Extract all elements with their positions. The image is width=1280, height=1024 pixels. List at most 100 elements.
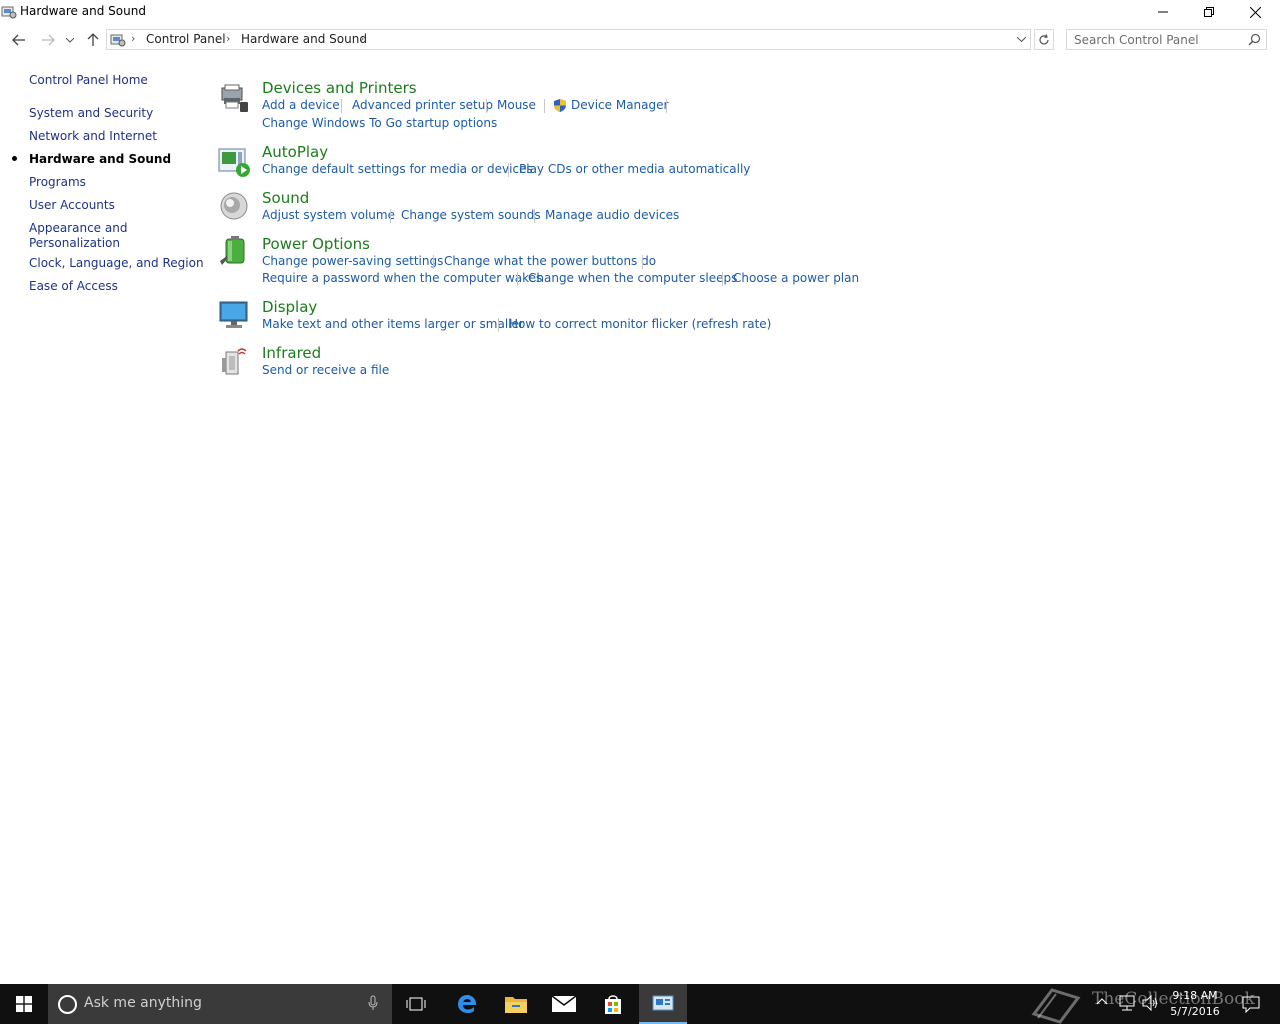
category-autoplay[interactable]: AutoPlay — [262, 143, 328, 161]
link-advanced-printer-setup[interactable]: Advanced printer setup — [352, 98, 493, 112]
close-button[interactable] — [1232, 0, 1278, 24]
address-bar-row: › Control Panel › Hardware and Sound › — [0, 26, 1280, 54]
chevron-down-icon — [66, 37, 74, 43]
nav-system-and-security[interactable]: System and Security — [29, 106, 153, 121]
microphone-icon[interactable] — [368, 995, 378, 1011]
nav-appearance-line2: Personalization — [29, 236, 120, 250]
minimize-button[interactable] — [1140, 0, 1186, 24]
file-explorer-button[interactable] — [492, 984, 540, 1024]
refresh-button[interactable] — [1034, 29, 1054, 50]
link-mouse[interactable]: Mouse — [497, 98, 536, 112]
link-manage-audio-devices[interactable]: Manage audio devices — [545, 208, 679, 222]
link-change-default-media-settings[interactable]: Change default settings for media or dev… — [262, 162, 533, 176]
link-send-receive-file[interactable]: Send or receive a file — [262, 363, 389, 377]
breadcrumb-separator[interactable]: › — [131, 32, 135, 45]
control-panel-home-link[interactable]: Control Panel Home — [29, 73, 148, 88]
nav-user-accounts[interactable]: User Accounts — [29, 198, 115, 213]
uac-shield-icon — [554, 99, 566, 112]
link-device-manager[interactable]: Device Manager — [571, 98, 668, 112]
clock-date[interactable]: 5/7/2016 — [1160, 1005, 1230, 1018]
link-separator — [341, 99, 342, 113]
search-input[interactable] — [1067, 30, 1249, 49]
nav-clock-language-region[interactable]: Clock, Language, and Region — [29, 256, 204, 271]
link-separator — [722, 272, 723, 286]
link-separator — [498, 318, 499, 332]
breadcrumb-separator[interactable]: › — [360, 32, 364, 45]
refresh-icon — [1039, 33, 1049, 44]
chevron-up-icon[interactable] — [1096, 996, 1108, 1008]
nav-appearance-and-personalization[interactable]: Appearance and Personalization — [29, 221, 127, 251]
search-box[interactable] — [1066, 29, 1267, 50]
breadcrumb-hardware-and-sound[interactable]: Hardware and Sound — [241, 32, 367, 46]
mail-button[interactable] — [540, 984, 588, 1024]
nav-network-and-internet[interactable]: Network and Internet — [29, 129, 157, 144]
action-center-icon[interactable] — [1242, 995, 1260, 1013]
up-button[interactable] — [83, 30, 103, 50]
mail-icon — [551, 995, 577, 1012]
category-display[interactable]: Display — [262, 298, 317, 316]
nav-ease-of-access[interactable]: Ease of Access — [29, 279, 118, 294]
chevron-down-icon — [1016, 37, 1026, 42]
nav-hardware-and-sound: Hardware and Sound — [29, 152, 172, 166]
link-change-windows-to-go[interactable]: Change Windows To Go startup options — [262, 116, 497, 130]
volume-icon[interactable] — [1142, 995, 1160, 1011]
control-panel-icon — [110, 34, 126, 47]
start-button[interactable] — [0, 984, 48, 1024]
search-icon[interactable] — [1248, 33, 1261, 46]
edge-browser-button[interactable] — [443, 984, 491, 1024]
clock-time[interactable]: 9:18 AM — [1160, 989, 1230, 1002]
category-infrared[interactable]: Infrared — [262, 344, 321, 362]
link-computer-sleeps[interactable]: Change when the computer sleeps — [528, 271, 737, 285]
close-icon — [1249, 6, 1261, 18]
window-title: Hardware and Sound — [20, 4, 146, 18]
link-separator — [486, 99, 487, 113]
store-button[interactable] — [589, 984, 637, 1024]
breadcrumb-control-panel[interactable]: Control Panel — [146, 32, 226, 46]
folder-icon — [505, 997, 527, 1013]
cortana-search-box[interactable]: Ask me anything — [48, 984, 392, 1024]
link-monitor-flicker[interactable]: How to correct monitor flicker (refresh … — [509, 317, 771, 331]
link-adjust-system-volume[interactable]: Adjust system volume — [262, 208, 395, 222]
back-button[interactable] — [9, 30, 29, 50]
battery-icon — [220, 236, 245, 265]
link-choose-power-plan[interactable]: Choose a power plan — [733, 271, 859, 285]
minimize-icon — [1158, 11, 1168, 13]
cortana-search-text: Ask me anything — [84, 995, 202, 1011]
task-view-button[interactable] — [392, 984, 440, 1024]
breadcrumb-separator[interactable]: › — [226, 32, 230, 45]
nav-appearance-line1: Appearance and — [29, 221, 128, 235]
store-icon — [605, 995, 621, 1014]
link-separator — [534, 209, 535, 223]
link-add-a-device[interactable]: Add a device — [262, 98, 340, 112]
nav-programs[interactable]: Programs — [29, 175, 86, 190]
restore-icon — [1204, 7, 1214, 17]
control-panel-icon — [1, 6, 17, 19]
edge-icon — [458, 995, 477, 1013]
recent-locations-button[interactable] — [62, 30, 78, 50]
category-sound[interactable]: Sound — [262, 189, 309, 207]
windows-logo-icon — [16, 996, 32, 1012]
cortana-icon — [58, 995, 77, 1014]
control-panel-taskbar-button[interactable] — [639, 984, 687, 1024]
network-icon[interactable] — [1118, 994, 1136, 1012]
link-require-password-wake[interactable]: Require a password when the computer wak… — [262, 271, 542, 285]
link-make-text-larger[interactable]: Make text and other items larger or smal… — [262, 317, 524, 331]
address-bar[interactable]: › Control Panel › Hardware and Sound › — [106, 29, 1031, 50]
link-separator — [508, 163, 509, 177]
link-change-system-sounds[interactable]: Change system sounds — [401, 208, 541, 222]
up-arrow-icon — [87, 33, 99, 46]
current-page-bullet — [12, 156, 17, 161]
address-history-button[interactable] — [1014, 32, 1028, 47]
restore-button[interactable] — [1186, 0, 1232, 24]
infrared-icon — [222, 348, 247, 375]
link-change-power-saving[interactable]: Change power-saving settings — [262, 254, 443, 268]
category-power-options[interactable]: Power Options — [262, 235, 370, 253]
link-power-buttons[interactable]: Change what the power buttons do — [444, 254, 656, 268]
task-view-icon — [406, 997, 426, 1011]
devices-printers-icon — [221, 84, 248, 112]
link-play-cds-automatically[interactable]: Play CDs or other media automatically — [519, 162, 750, 176]
forward-button[interactable] — [38, 30, 58, 50]
monitor-icon — [219, 301, 248, 328]
watermark-book-logo — [1031, 988, 1081, 1024]
category-devices-and-printers[interactable]: Devices and Printers — [262, 79, 417, 97]
